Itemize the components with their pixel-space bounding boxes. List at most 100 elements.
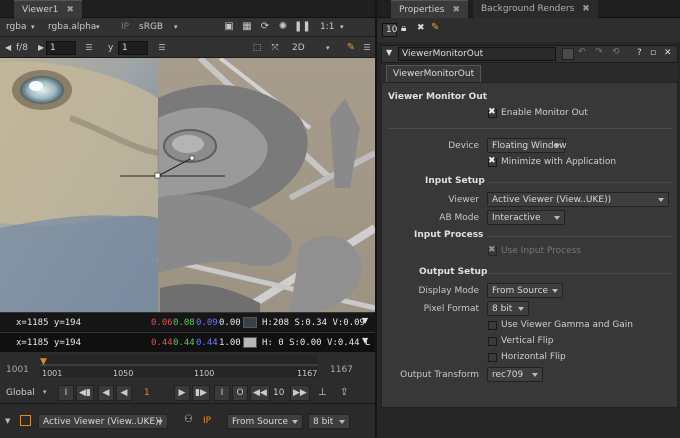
tab-viewer1[interactable]: Viewer1 ✖ xyxy=(14,0,82,18)
color-swatch-icon[interactable] xyxy=(562,48,574,60)
node-name-field[interactable]: ViewerMonitorOut xyxy=(398,47,556,61)
skip-back-button[interactable]: ◀◀ xyxy=(250,385,270,401)
output-transform-select[interactable]: rec709 xyxy=(487,367,543,382)
chevron-down-icon[interactable]: ▼ xyxy=(362,316,368,325)
readout-b-alpha: 1.00 xyxy=(219,338,241,348)
chevron-left-icon[interactable]: ◀ xyxy=(5,39,11,57)
enable-monitor-out-checkbox[interactable] xyxy=(488,107,497,118)
pixel-format-label: Pixel Format xyxy=(423,304,479,314)
horizontal-flip-checkbox[interactable] xyxy=(488,353,497,362)
gear-icon[interactable]: ✺ xyxy=(276,20,290,34)
pause-icon[interactable]: ❚❚ xyxy=(294,20,311,34)
next-key-button[interactable]: ▮▶ xyxy=(192,385,210,401)
viewer-canvas[interactable] xyxy=(0,58,375,312)
close-icon[interactable]: ✖ xyxy=(66,5,74,15)
play-backward-button[interactable]: ◀ xyxy=(116,385,132,401)
readout-a-blue: 0.09 xyxy=(196,318,218,328)
chevron-down-icon[interactable]: ▼ xyxy=(362,336,368,345)
tab-background-renders[interactable]: Background Renders ✖ xyxy=(473,0,598,18)
redo-icon[interactable]: ↷ xyxy=(595,47,603,57)
lock-icon[interactable]: 🔒︎ xyxy=(401,23,406,34)
ab-mode-select[interactable]: Interactive xyxy=(487,210,565,225)
display-mode-select[interactable]: From Source xyxy=(227,414,303,429)
bookmark-icon[interactable]: ⊥ xyxy=(318,387,327,398)
gizmo-icon[interactable]: ⤧ xyxy=(268,41,282,55)
tab-properties[interactable]: Properties ✖ xyxy=(391,0,469,18)
max-panels-field[interactable]: 10 xyxy=(382,23,397,37)
pencil-icon[interactable]: ✎ xyxy=(344,41,358,55)
step-field[interactable]: 10 xyxy=(273,388,284,398)
viewer-select[interactable]: Active Viewer (View..UKE)) xyxy=(487,192,669,207)
chevron-down-icon[interactable]: ▾ xyxy=(31,18,35,36)
first-frame-button[interactable]: I xyxy=(58,385,74,401)
close-icon[interactable]: ✖ xyxy=(582,4,590,14)
pixel-format-select[interactable]: 8 bit xyxy=(487,301,529,316)
pixel-format-select[interactable]: 8 bit xyxy=(308,414,350,429)
person-icon[interactable]: ⚇ xyxy=(184,414,193,425)
timeline-start-field[interactable]: 1001 xyxy=(6,365,29,375)
current-frame-field[interactable]: 1 xyxy=(144,388,150,398)
chevron-down-icon[interactable]: ▾ xyxy=(43,388,47,396)
readout-b-coords: x=1185 y=194 xyxy=(16,338,82,348)
play-forward-button[interactable]: ▶ xyxy=(174,385,190,401)
prev-key-button[interactable]: ◀▮ xyxy=(76,385,94,401)
tab-viewer-monitor-out[interactable]: ViewerMonitorOut xyxy=(386,65,482,82)
fstop-label[interactable]: f/8 xyxy=(16,39,28,57)
properties-toolbar: 10 🔒︎ ✖ ✎ xyxy=(377,18,680,42)
slider-icon[interactable]: ☰ xyxy=(155,41,169,55)
loop-button[interactable]: O xyxy=(232,385,248,401)
chevron-down-icon[interactable]: ▼ xyxy=(5,417,10,425)
input-viewer-select[interactable]: Active Viewer (View..UKE)) xyxy=(38,414,168,429)
export-icon[interactable]: ⇪ xyxy=(340,387,348,398)
float-icon[interactable]: ▫ xyxy=(650,48,656,58)
display-icon[interactable]: ▣ xyxy=(222,20,236,34)
ab-mode-label: AB Mode xyxy=(439,213,479,223)
undo-icon[interactable]: ↶ xyxy=(578,47,586,57)
refresh-icon[interactable]: ⟳ xyxy=(258,20,272,34)
monitor-out-icon[interactable] xyxy=(20,415,31,426)
pencil-icon[interactable]: ✎ xyxy=(431,22,439,33)
roi-icon[interactable]: ⬚ xyxy=(250,41,264,55)
properties-content: Viewer Monitor Out Enable Monitor Out De… xyxy=(381,82,678,408)
playback-buttons: I ◀▮ ◀ ◀ 1 ▶ ▮▶ I O ◀◀ 10 ▶▶ ⊥ ⇪ xyxy=(58,385,368,401)
last-frame-button[interactable]: I xyxy=(214,385,230,401)
collapse-icon[interactable]: ▼ xyxy=(386,48,392,57)
vertical-flip-checkbox[interactable] xyxy=(488,337,497,346)
zoom-select[interactable]: 1:1 xyxy=(320,18,334,36)
close-icon[interactable]: ✖ xyxy=(452,5,460,15)
ip-toggle[interactable]: IP xyxy=(121,18,129,36)
grid-icon[interactable]: ▦ xyxy=(240,20,254,34)
clear-panels-icon[interactable]: ✖ xyxy=(417,23,425,33)
chevron-down-icon[interactable]: ▾ xyxy=(96,18,100,36)
timeline-end-field[interactable]: 1167 xyxy=(330,365,353,375)
readout-b-red: 0.44 xyxy=(151,338,173,348)
chevron-down-icon[interactable]: ▾ xyxy=(326,39,330,57)
ip-toggle[interactable]: IP xyxy=(203,416,211,426)
minimize-checkbox[interactable] xyxy=(488,156,497,167)
chevron-down-icon[interactable]: ▾ xyxy=(340,18,344,36)
playback-mode-select[interactable]: Global xyxy=(6,388,35,398)
channels-select[interactable]: rgba xyxy=(6,18,26,36)
revert-icon[interactable]: ⟲ xyxy=(612,47,620,57)
chevron-down-icon[interactable]: ▾ xyxy=(174,18,178,36)
use-input-process-checkbox[interactable] xyxy=(488,245,497,256)
alpha-channel-select[interactable]: rgba.alpha xyxy=(48,18,96,36)
slider-icon[interactable]: ☰ xyxy=(82,41,96,55)
help-icon[interactable]: ? xyxy=(637,48,642,58)
skip-forward-button[interactable]: ▶▶ xyxy=(290,385,310,401)
close-icon[interactable]: ✕ xyxy=(664,48,672,58)
gamma-gain-checkbox[interactable] xyxy=(488,321,497,330)
menu-icon[interactable]: ☰ xyxy=(360,41,374,55)
display-mode-select[interactable]: From Source xyxy=(487,283,563,298)
view-mode-select[interactable]: 2D xyxy=(292,39,305,57)
y-field[interactable]: 1 xyxy=(118,41,148,55)
timeline[interactable]: 1001 1001 1050 1100 1167 ▼ 1167 xyxy=(0,352,375,382)
panel-divider[interactable] xyxy=(375,0,377,438)
frame-field[interactable]: 1 xyxy=(46,41,76,55)
timeline-track[interactable]: 1001 1050 1100 1167 ▼ xyxy=(40,355,318,378)
device-select[interactable]: Floating Window xyxy=(487,138,567,153)
playhead-marker[interactable]: ▼ xyxy=(40,357,47,367)
step-back-button[interactable]: ◀ xyxy=(98,385,114,401)
chevron-right-icon[interactable]: ▶ xyxy=(38,39,44,57)
colorspace-select[interactable]: sRGB xyxy=(139,18,163,36)
